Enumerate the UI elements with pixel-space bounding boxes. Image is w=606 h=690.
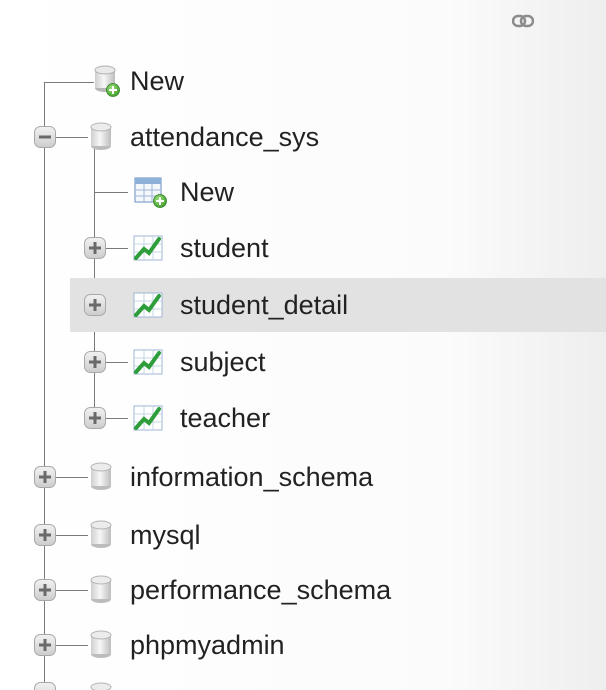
plus-expander[interactable]	[34, 466, 56, 488]
tree-line	[106, 418, 128, 419]
table-icon[interactable]	[132, 233, 166, 268]
plus-expander[interactable]	[34, 524, 56, 546]
database-attendance_sys[interactable]: attendance_sys	[130, 122, 319, 152]
database-mysql[interactable]: mysql	[130, 520, 201, 550]
tree-line	[106, 248, 128, 249]
table-icon[interactable]	[132, 347, 166, 382]
plus-expander[interactable]	[84, 294, 106, 316]
database-icon	[88, 460, 118, 499]
table-new-icon[interactable]	[134, 176, 168, 213]
table-icon[interactable]	[132, 290, 166, 325]
tree-line	[56, 645, 88, 646]
plus-expander[interactable]	[84, 407, 106, 429]
tree-line	[44, 82, 94, 83]
tree-line	[56, 590, 88, 591]
minus-expander[interactable]	[34, 126, 56, 148]
table-subject[interactable]: subject	[180, 347, 266, 377]
table-student_detail[interactable]: student_detail	[180, 290, 348, 320]
navigation-tree: New attendance_sys New student student_d…	[8, 0, 606, 690]
database-new-icon[interactable]	[92, 64, 122, 103]
tree-line	[56, 535, 88, 536]
database-icon	[88, 573, 118, 612]
plus-expander[interactable]	[84, 351, 106, 373]
plus-expander[interactable]	[34, 579, 56, 601]
link-icon[interactable]	[511, 14, 535, 33]
new-database-link[interactable]: New	[130, 66, 184, 96]
tree-line	[94, 192, 128, 193]
database-icon	[88, 518, 118, 557]
database-information_schema[interactable]: information_schema	[130, 462, 373, 492]
table-teacher[interactable]: teacher	[180, 403, 270, 433]
tree-line	[56, 137, 88, 138]
table-icon[interactable]	[132, 403, 166, 438]
table-student[interactable]: student	[180, 233, 269, 263]
plus-expander[interactable]	[84, 237, 106, 259]
plus-expander[interactable]	[34, 634, 56, 656]
database-icon	[88, 628, 118, 667]
new-table-link[interactable]: New	[180, 177, 234, 207]
tree-line	[56, 477, 88, 478]
database-performance_schema[interactable]: performance_schema	[130, 575, 391, 605]
database-phpmyadmin[interactable]: phpmyadmin	[130, 630, 285, 660]
database-icon	[88, 680, 118, 690]
plus-expander[interactable]	[34, 682, 56, 690]
database-icon	[88, 120, 118, 159]
tree-line	[106, 362, 128, 363]
